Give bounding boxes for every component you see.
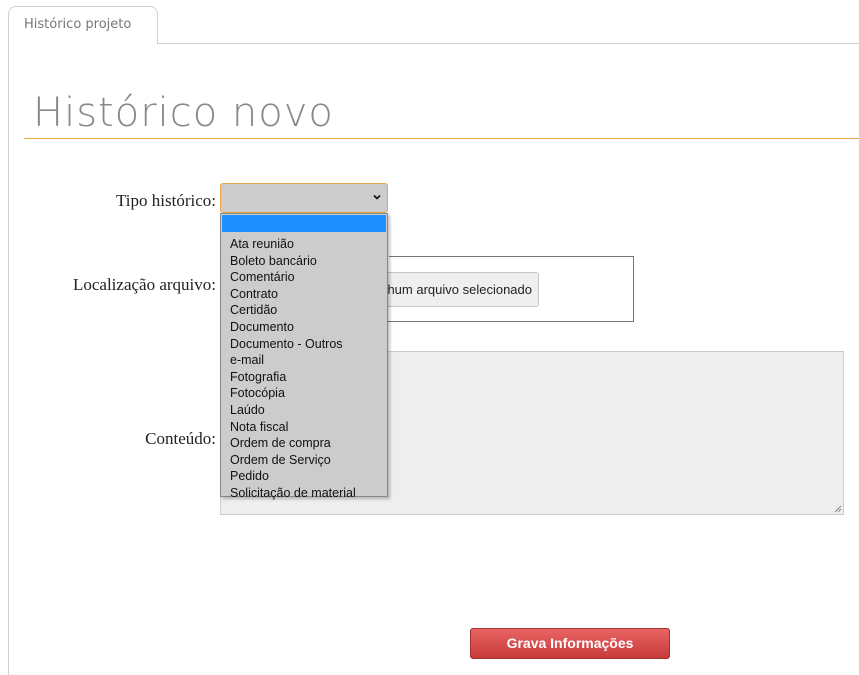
dropdown-option[interactable]: Ata reunião: [221, 236, 387, 253]
tab-label: Histórico projeto: [24, 17, 132, 32]
page-title: Histórico novo: [33, 90, 334, 136]
dropdown-option[interactable]: Pedido: [221, 468, 387, 485]
dropdown-option[interactable]: e-mail: [221, 352, 387, 369]
dropdown-option[interactable]: Contrato: [221, 286, 387, 303]
chevron-down-icon: [373, 194, 381, 200]
dropdown-option[interactable]: Laúdo: [221, 402, 387, 419]
localizacao-arquivo-label: Localização arquivo:: [72, 275, 216, 294]
tipo-historico-dropdown: Ata reunião Boleto bancário Comentário C…: [220, 213, 388, 500]
panel-border: [8, 44, 9, 675]
dropdown-option[interactable]: Comentário: [221, 269, 387, 286]
conteudo-label: Conteúdo:: [145, 429, 216, 448]
dropdown-option[interactable]: Boleto bancário: [221, 253, 387, 270]
dropdown-option[interactable]: Fotografia: [221, 369, 387, 386]
dropdown-option[interactable]: Documento: [221, 319, 387, 336]
resize-grip-icon[interactable]: [833, 504, 842, 513]
dropdown-option[interactable]: Certidão: [221, 302, 387, 319]
tab-historico-projeto[interactable]: Histórico projeto: [8, 6, 158, 44]
tipo-historico-label: Tipo histórico:: [116, 191, 216, 210]
tab-divider: [158, 43, 859, 44]
dropdown-option[interactable]: Nota fiscal: [221, 419, 387, 436]
dropdown-option[interactable]: Solicitação de material: [221, 485, 387, 502]
dropdown-option[interactable]: Documento - Outros: [221, 336, 387, 353]
dropdown-option[interactable]: Fotocópia: [221, 385, 387, 402]
grava-informacoes-button[interactable]: Grava Informações: [470, 628, 670, 659]
dropdown-option[interactable]: Ordem de Serviço: [221, 452, 387, 469]
dropdown-option[interactable]: Ordem de compra: [221, 435, 387, 452]
page: Histórico projeto Histórico novo Tipo hi…: [0, 0, 859, 675]
title-divider: [24, 138, 859, 139]
dropdown-option-blank[interactable]: [222, 215, 386, 232]
tipo-historico-select[interactable]: [220, 183, 388, 213]
